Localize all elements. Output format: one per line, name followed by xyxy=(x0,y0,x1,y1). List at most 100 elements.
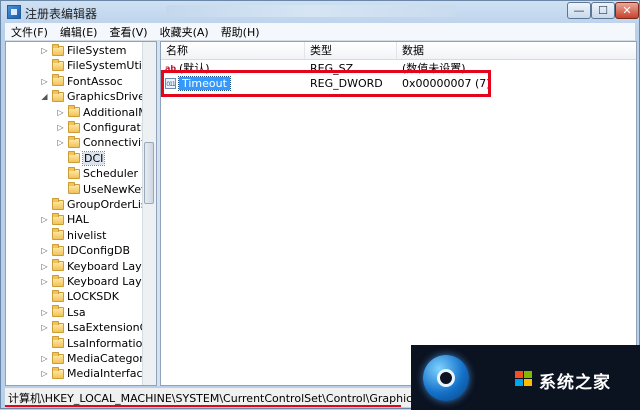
collapsed-arrow-icon[interactable]: ▷ xyxy=(40,262,49,271)
no-arrow-spacer xyxy=(56,169,65,178)
folder-icon xyxy=(52,89,64,102)
tree-item[interactable]: DCI xyxy=(56,150,106,166)
folder-icon xyxy=(68,182,80,195)
title-bar[interactable]: 注册表编辑器 — ☐ ✕ xyxy=(1,1,639,23)
tree-item[interactable]: hivelist xyxy=(40,228,106,243)
blurred-title-region xyxy=(166,5,456,17)
tree-item[interactable]: ▷ Keyboard Layouts xyxy=(40,274,143,289)
no-arrow-spacer xyxy=(40,231,49,240)
column-header-data[interactable]: 数据 xyxy=(397,42,636,59)
collapsed-arrow-icon[interactable]: ▷ xyxy=(40,323,49,332)
collapsed-arrow-icon[interactable]: ▷ xyxy=(40,308,49,317)
column-header-type[interactable]: 类型 xyxy=(305,42,397,59)
tree-item-label: GraphicsDrivers xyxy=(67,90,143,104)
tree-item[interactable]: GroupOrderList xyxy=(40,197,143,212)
tree-item[interactable]: ▷ Keyboard Layout xyxy=(40,259,143,274)
folder-icon xyxy=(68,105,80,118)
watermark-logo: 系统之家 xyxy=(411,345,640,410)
folder-icon xyxy=(52,58,64,71)
folder-icon xyxy=(52,351,64,364)
column-header-name[interactable]: 名称 xyxy=(161,42,305,59)
red-highlight-annotation xyxy=(161,70,491,97)
tree-item[interactable]: ◢ GraphicsDrivers xyxy=(40,89,143,104)
tree-item[interactable]: ▷ FontAssoc xyxy=(40,74,123,89)
minimize-button[interactable]: — xyxy=(567,2,591,19)
expanded-arrow-icon[interactable]: ◢ xyxy=(40,92,49,101)
tree-item-label: FileSystemUtilities xyxy=(67,59,143,73)
tree-item[interactable]: LOCKSDK xyxy=(40,289,119,304)
windows-flag-icon xyxy=(515,371,533,387)
no-arrow-spacer xyxy=(40,200,49,209)
folder-icon xyxy=(52,74,64,87)
tree-item[interactable]: ▷ AdditionalModes xyxy=(56,105,143,120)
menu-bar: 文件(F) 编辑(E) 查看(V) 收藏夹(A) 帮助(H) xyxy=(5,23,635,41)
folder-icon xyxy=(68,151,80,164)
collapsed-arrow-icon[interactable]: ▷ xyxy=(40,369,49,378)
tree-item[interactable]: ▷ Lsa xyxy=(40,305,86,320)
tree-item-label: MediaCategories xyxy=(67,352,143,365)
registry-editor-window: 注册表编辑器 — ☐ ✕ 文件(F) 编辑(E) 查看(V) 收藏夹(A) 帮助… xyxy=(0,0,640,410)
menu-edit[interactable]: 编辑(E) xyxy=(54,24,104,40)
no-arrow-spacer xyxy=(40,292,49,301)
tree-item[interactable]: ▷ Configuration xyxy=(56,120,143,135)
tree-item-label: Configuration xyxy=(83,121,143,134)
close-button[interactable]: ✕ xyxy=(615,2,639,19)
tree-item[interactable]: ▷ Connectivity xyxy=(56,135,143,150)
tree-item-label: HAL xyxy=(67,213,89,227)
tree-item-label: FontAssoc xyxy=(67,74,123,88)
collapsed-arrow-icon[interactable]: ▷ xyxy=(56,123,65,132)
no-arrow-spacer xyxy=(56,154,65,163)
tree-item[interactable]: ▷ LsaExtensionConfig xyxy=(40,320,143,335)
list-header: 名称 类型 数据 xyxy=(161,42,636,60)
registry-tree-pane[interactable]: ▷ FileSystem FileSystemUtilities ▷ FontAssoc… xyxy=(5,41,157,386)
collapsed-arrow-icon[interactable]: ▷ xyxy=(56,108,65,117)
menu-favorites[interactable]: 收藏夹(A) xyxy=(154,24,215,40)
collapsed-arrow-icon[interactable]: ▷ xyxy=(40,46,49,55)
menu-file[interactable]: 文件(F) xyxy=(5,24,54,40)
tree-item[interactable]: Scheduler xyxy=(56,166,138,181)
tree-item-label: Keyboard Layout xyxy=(67,259,143,273)
collapsed-arrow-icon[interactable]: ▷ xyxy=(40,246,49,255)
tree-item-label: LOCKSDK xyxy=(67,290,119,304)
collapsed-arrow-icon[interactable]: ▷ xyxy=(40,77,49,86)
tree-item[interactable]: FileSystemUtilities xyxy=(40,58,143,73)
tree-item-label: hivelist xyxy=(67,228,107,242)
logo-globe-icon xyxy=(423,355,469,401)
tree-item-label: AdditionalModes xyxy=(83,105,143,119)
tree-item-label: Connectivity xyxy=(83,136,143,150)
tree-vertical-scrollbar[interactable] xyxy=(142,42,156,385)
tree-item[interactable]: ▷ HAL xyxy=(40,212,89,227)
watermark-text: 系统之家 xyxy=(539,373,611,393)
folder-icon xyxy=(52,336,64,349)
tree-item[interactable]: ▷ MediaInterfaces xyxy=(40,366,143,381)
tree-item-label: GroupOrderList xyxy=(67,198,143,211)
no-arrow-spacer xyxy=(56,185,65,194)
registry-app-icon xyxy=(7,5,21,19)
tree-scroll-thumb[interactable] xyxy=(144,142,154,204)
collapsed-arrow-icon[interactable]: ▷ xyxy=(40,354,49,363)
tree-item-label: FileSystem xyxy=(67,44,127,57)
tree-item-label: LsaExtensionConfig xyxy=(67,321,143,335)
tree-item[interactable]: LsaInformation xyxy=(40,336,143,351)
tree-item-label: Scheduler xyxy=(83,167,139,181)
tree-item-label: IDConfigDB xyxy=(67,244,131,258)
maximize-button[interactable]: ☐ xyxy=(591,2,615,19)
tree-item[interactable]: UseNewKey xyxy=(56,182,143,197)
tree-view: ▷ FileSystem FileSystemUtilities ▷ FontAssoc… xyxy=(6,42,143,385)
collapsed-arrow-icon[interactable]: ▷ xyxy=(56,138,65,147)
tree-item-label: Lsa xyxy=(67,305,86,319)
folder-icon xyxy=(52,305,64,318)
folder-icon xyxy=(52,212,64,225)
tree-item[interactable]: ▷ MediaCategories xyxy=(40,351,143,366)
collapsed-arrow-icon[interactable]: ▷ xyxy=(40,277,49,286)
status-path: 计算机\HKEY_LOCAL_MACHINE\SYSTEM\CurrentCon… xyxy=(8,392,481,405)
menu-view[interactable]: 查看(V) xyxy=(103,24,153,40)
folder-icon xyxy=(52,274,64,287)
collapsed-arrow-icon[interactable]: ▷ xyxy=(40,215,49,224)
tree-item-label: UseNewKey xyxy=(83,182,143,196)
menu-help[interactable]: 帮助(H) xyxy=(215,24,266,40)
folder-icon xyxy=(52,228,64,241)
tree-item[interactable]: ▷ IDConfigDB xyxy=(40,243,130,258)
tree-item[interactable]: ▷ FileSystem xyxy=(40,43,126,58)
no-arrow-spacer xyxy=(40,339,49,348)
